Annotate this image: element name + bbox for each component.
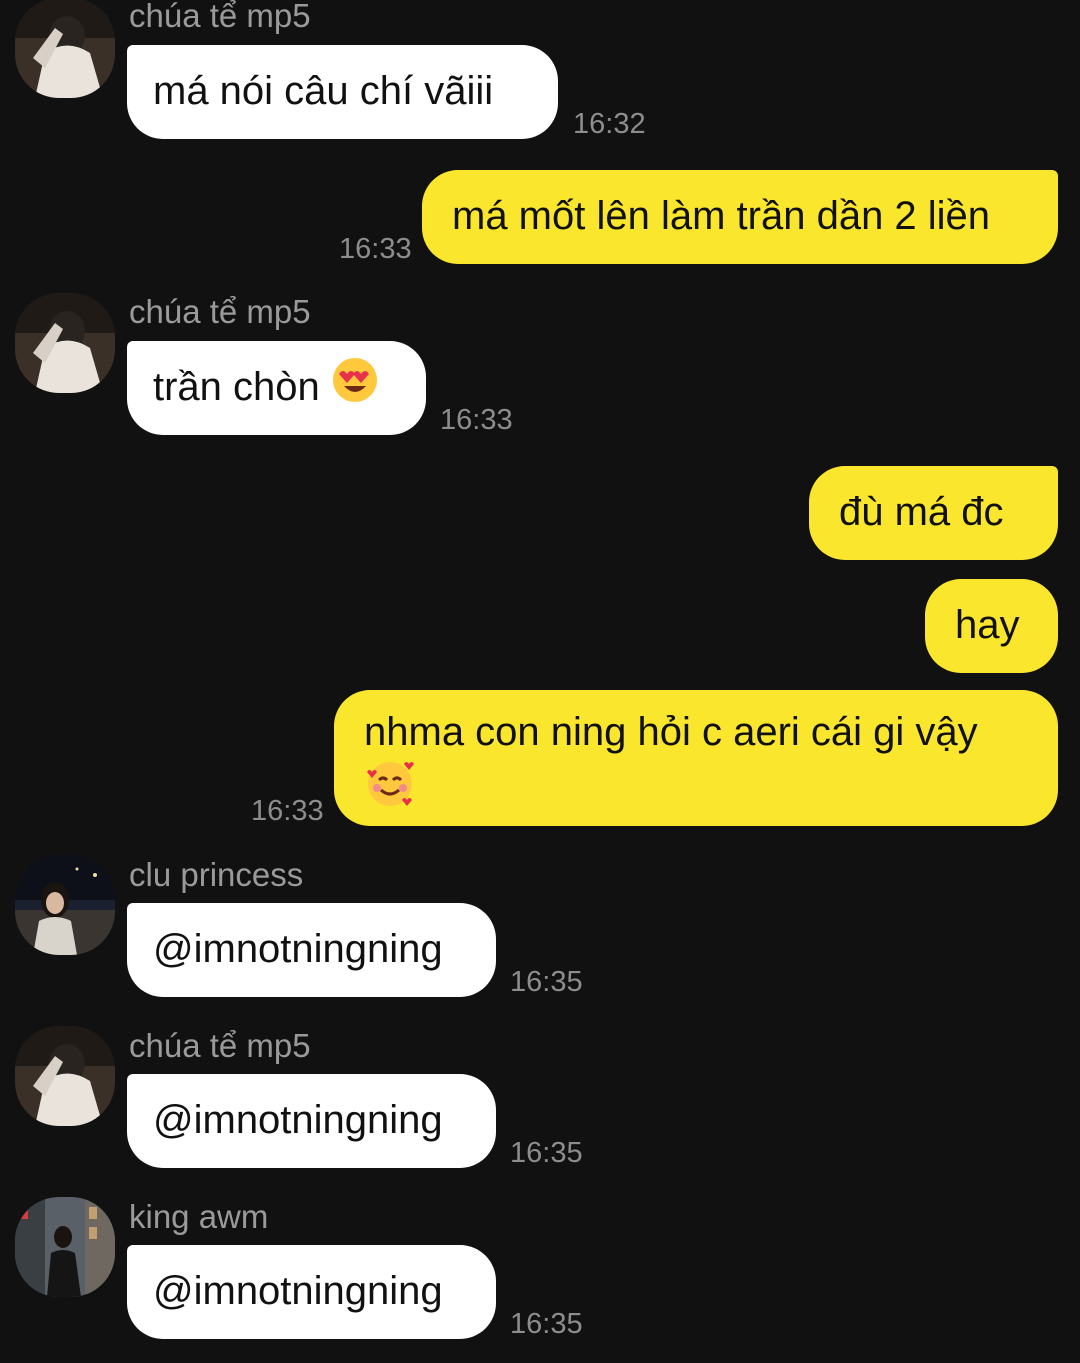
message-bubble-incoming[interactable]: trần chòn [127, 341, 426, 435]
avatar-clu-princess[interactable] [15, 855, 115, 955]
message-text: đù má đc [839, 490, 1004, 534]
smiling-hearts-emoji [364, 758, 416, 823]
message-timestamp: 16:35 [510, 1308, 583, 1340]
sender-name: chúa tể mp5 [129, 1027, 311, 1064]
sender-name: king awm [129, 1198, 269, 1235]
message-timestamp: 16:33 [440, 404, 513, 436]
message-bubble-outgoing[interactable]: nhma con ning hỏi c aeri cái gi vậy [334, 690, 1058, 826]
message-bubble-outgoing[interactable]: hay [925, 579, 1058, 673]
message-text: trần chòn [153, 365, 320, 409]
message-text: má mốt lên làm trần dần 2 liền [452, 194, 991, 238]
message-timestamp: 16:33 [339, 233, 412, 265]
avatar-king-awm[interactable] [15, 1197, 115, 1297]
message-text: hay [955, 603, 1020, 647]
message-timestamp: 16:33 [251, 795, 324, 827]
chat-message-list[interactable]: chúa tể mp5 má nói câu chí vãiii 16:32 1… [0, 0, 1080, 1363]
sender-name: clu princess [129, 856, 304, 893]
message-text: má nói câu chí vãiii [153, 69, 494, 113]
message-bubble-incoming[interactable]: @imnotningning [127, 1074, 496, 1168]
message-bubble-incoming[interactable]: má nói câu chí vãiii [127, 45, 558, 139]
message-timestamp: 16:32 [573, 108, 646, 140]
sender-name: chúa tể mp5 [129, 293, 311, 330]
sender-name: chúa tể mp5 [129, 0, 311, 34]
message-timestamp: 16:35 [510, 1137, 583, 1169]
avatar-chua-te-mp5[interactable] [15, 1026, 115, 1126]
message-bubble-incoming[interactable]: @imnotningning [127, 1245, 496, 1339]
message-bubble-outgoing[interactable]: má mốt lên làm trần dần 2 liền [422, 170, 1058, 264]
avatar-chua-te-mp5[interactable] [15, 293, 115, 393]
message-text: @imnotningning [153, 1269, 443, 1313]
message-bubble-incoming[interactable]: @imnotningning [127, 903, 496, 997]
message-text: nhma con ning hỏi c aeri cái gi vậy [364, 710, 978, 754]
heart-eyes-emoji [331, 356, 379, 415]
message-text: @imnotningning [153, 1098, 443, 1142]
message-text: @imnotningning [153, 927, 443, 971]
message-bubble-outgoing[interactable]: đù má đc [809, 466, 1058, 560]
avatar-chua-te-mp5[interactable] [15, 0, 115, 98]
message-timestamp: 16:35 [510, 966, 583, 998]
